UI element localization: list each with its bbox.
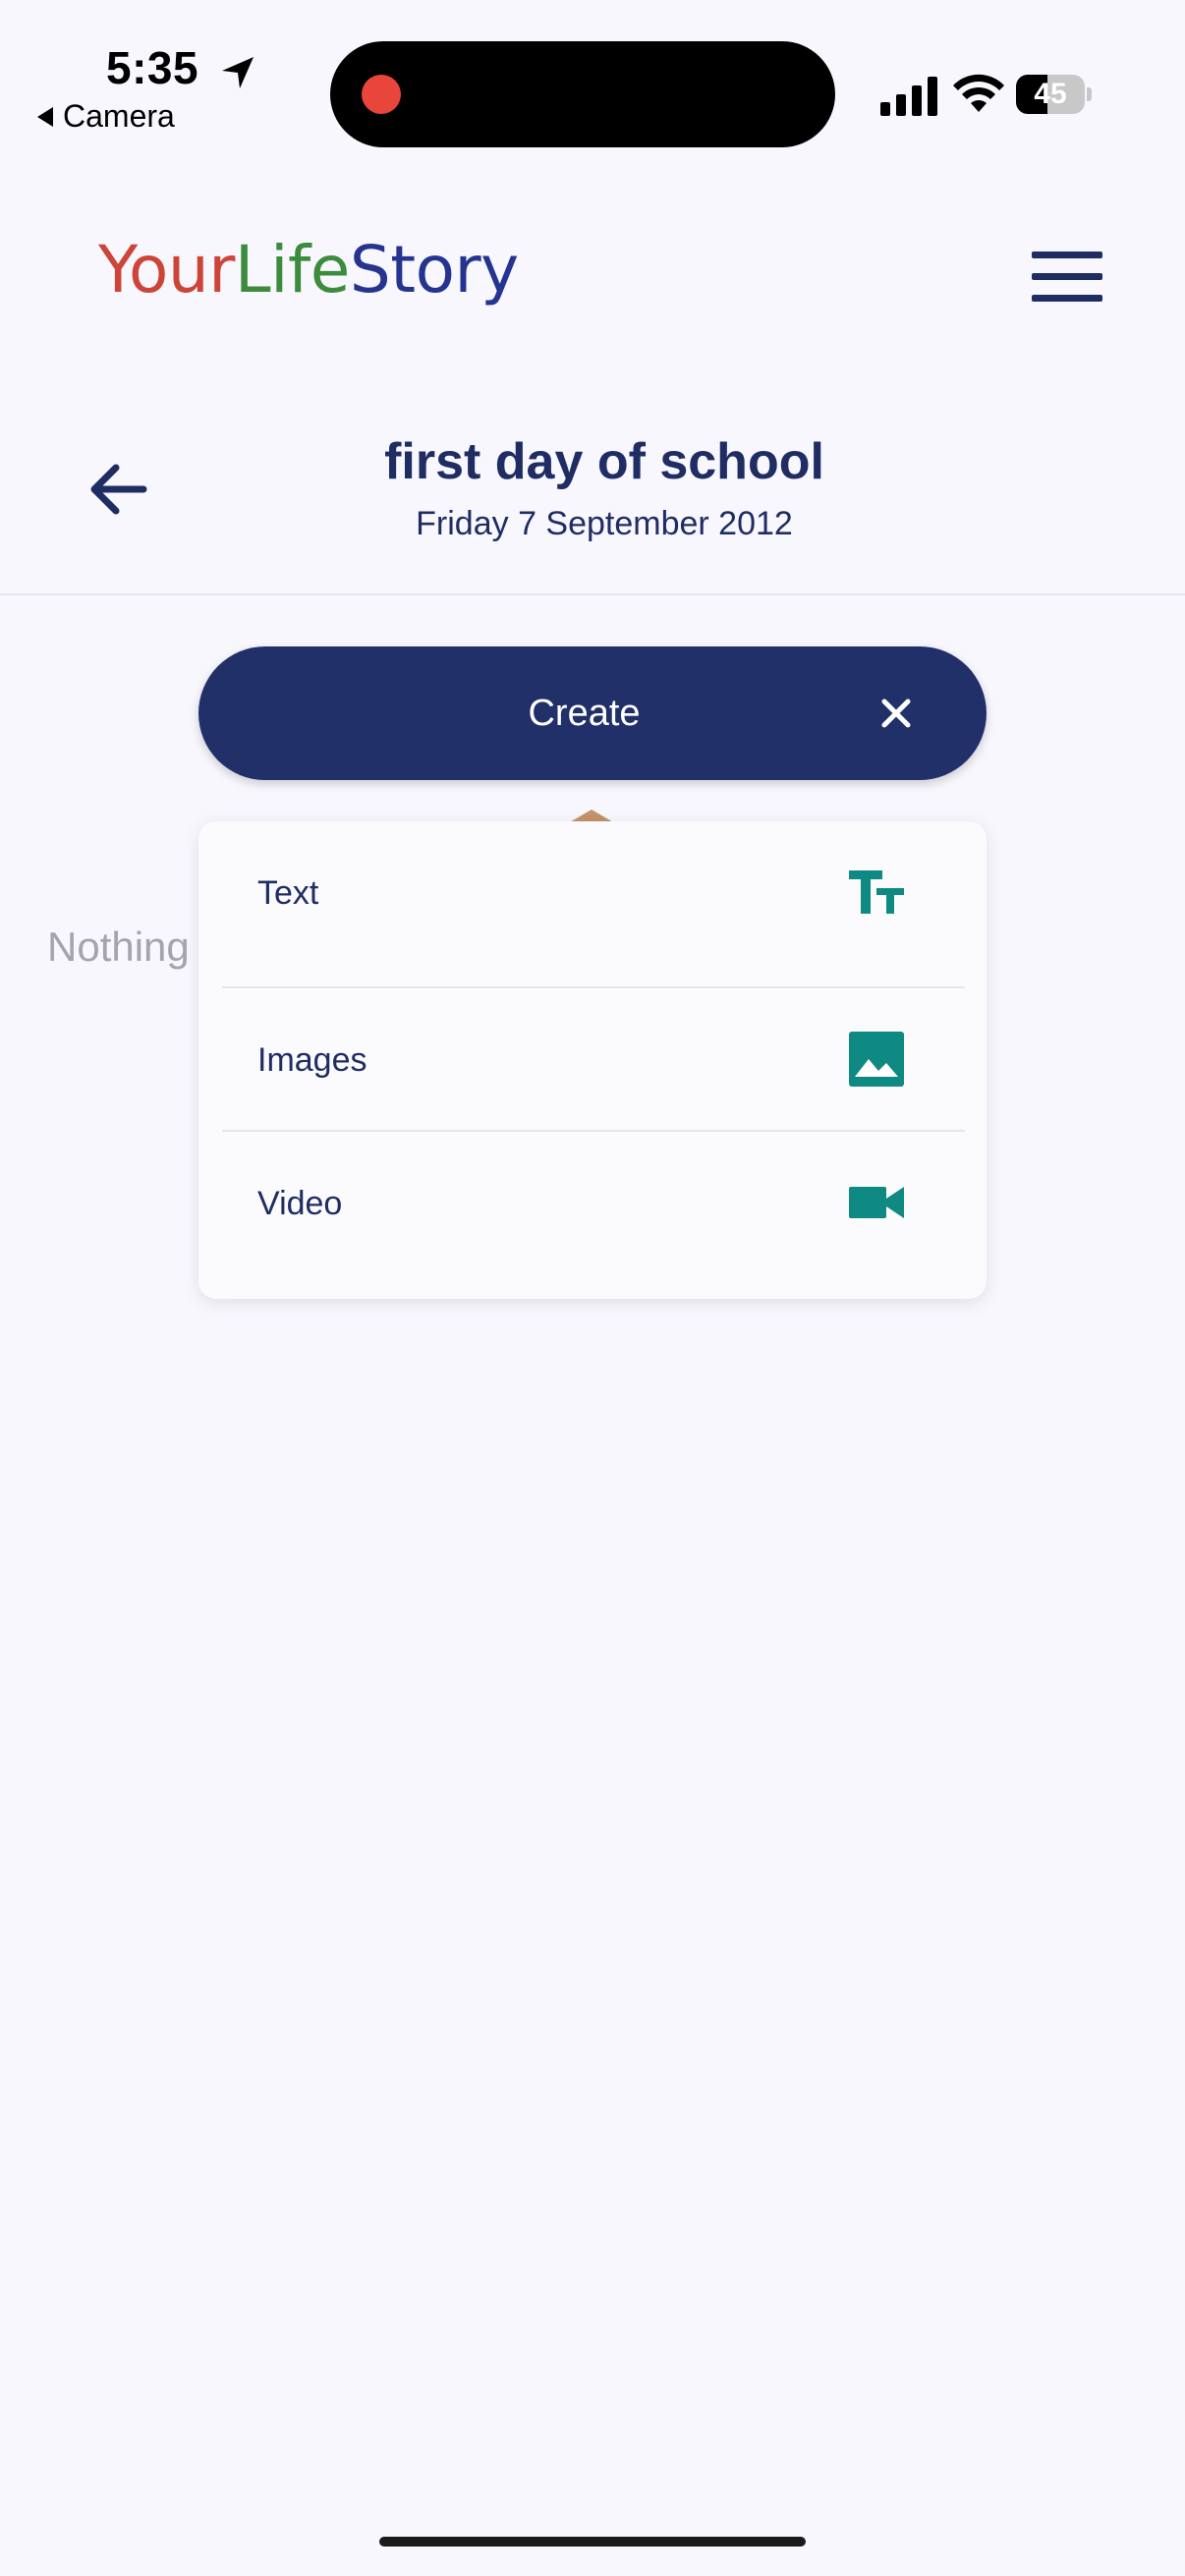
create-button-label: Create (528, 693, 641, 734)
page-date: Friday 7 September 2012 (416, 505, 793, 542)
menu-item-label: Images (257, 1041, 367, 1079)
back-to-camera[interactable]: Camera (37, 98, 175, 135)
wifi-icon (953, 74, 1004, 112)
menu-item-text[interactable]: Text (198, 821, 987, 965)
back-app-label: Camera (63, 98, 175, 134)
logo-part-story: Story (349, 232, 519, 308)
close-icon[interactable] (878, 696, 914, 731)
battery-level: 45 (1034, 78, 1067, 110)
battery-indicator: 45 (1016, 75, 1093, 114)
image-icon (849, 1032, 904, 1087)
videocam-icon (849, 1187, 904, 1218)
page-title: first day of school (384, 433, 824, 490)
cellular-signal-icon (880, 77, 937, 116)
text-format-icon (849, 870, 904, 914)
dynamic-island (330, 41, 835, 147)
create-menu: Text Images Video (198, 821, 987, 1299)
status-time: 5:35 (106, 42, 199, 93)
home-indicator[interactable] (379, 2537, 806, 2547)
back-triangle-icon (37, 106, 53, 127)
logo-part-your: Your (98, 232, 235, 308)
menu-hamburger-icon[interactable] (1032, 252, 1102, 303)
header-divider (0, 593, 1185, 595)
menu-item-label: Video (257, 1185, 343, 1222)
menu-item-video[interactable]: Video (198, 1132, 987, 1275)
menu-item-images[interactable]: Images (198, 988, 987, 1132)
recording-indicator-icon (362, 75, 401, 114)
location-arrow-icon (222, 57, 254, 88)
empty-state-text: Nothing (47, 924, 190, 970)
menu-item-label: Text (257, 874, 319, 912)
create-button[interactable]: Create (198, 646, 987, 780)
logo-part-life: Life (234, 232, 350, 308)
app-logo[interactable]: YourLifeStory (98, 232, 519, 308)
